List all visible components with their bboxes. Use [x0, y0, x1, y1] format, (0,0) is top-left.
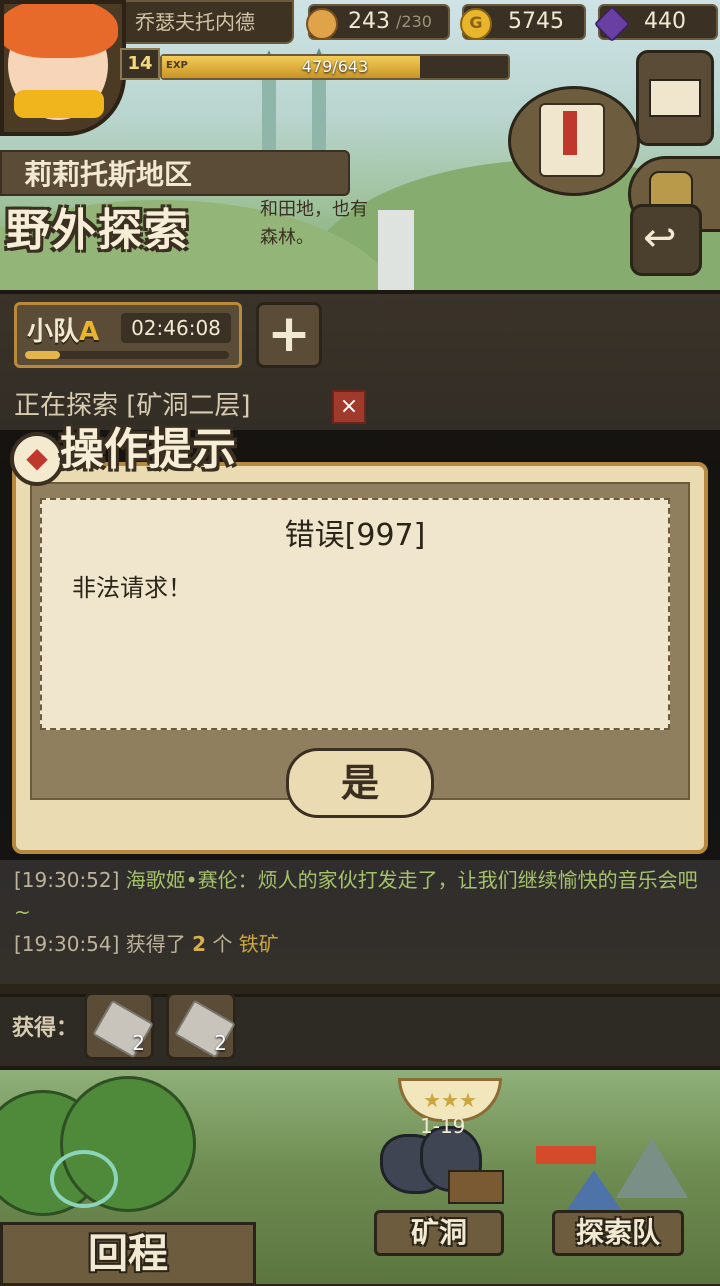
- back-button[interactable]: ↩: [630, 204, 702, 276]
- squad-progress-fill: [25, 351, 60, 359]
- return-button[interactable]: 回程: [0, 1222, 256, 1286]
- gold-value: 5745: [508, 9, 564, 34]
- squad-name: 小队A: [27, 311, 99, 348]
- cancel-explore-button[interactable]: ×: [332, 390, 366, 424]
- squad-prefix: 小队: [27, 317, 80, 347]
- log-speaker: 海歌姬•赛伦：: [125, 868, 258, 892]
- log-mid: 个: [206, 932, 239, 956]
- obtained-item-slot[interactable]: 2: [84, 992, 154, 1060]
- item-count: 2: [132, 1031, 145, 1055]
- stamina-value: 243: [348, 9, 390, 34]
- mine-button[interactable]: 矿洞: [374, 1210, 504, 1256]
- obtained-item-slot[interactable]: 2: [166, 992, 236, 1060]
- log-time: [19:30:52]: [14, 868, 120, 892]
- event-log: [19:30:52] 海歌姬•赛伦：烦人的家伙打发走了，让我们继续愉快的音乐会吧…: [14, 864, 708, 960]
- dialog-title: 操作提示: [60, 424, 236, 475]
- log-item: 铁矿: [238, 932, 279, 956]
- gem-value: 440: [644, 9, 686, 34]
- bread-icon: [306, 8, 338, 40]
- log-time: [19:30:54]: [14, 932, 120, 956]
- exploration-team-button[interactable]: 探索队: [552, 1210, 684, 1256]
- log-entry: [19:30:52] 海歌姬•赛伦：烦人的家伙打发走了，让我们继续愉快的音乐会吧…: [14, 864, 708, 928]
- stamina-counter: 243 /230: [306, 4, 450, 40]
- squad-a-panel[interactable]: 小队A 02:46:08: [14, 302, 242, 368]
- confirm-button[interactable]: 是: [286, 748, 434, 818]
- return-arrow-icon: ↩: [643, 215, 677, 261]
- stamina-max: /230: [396, 12, 432, 31]
- mode-title: 野外探索: [6, 205, 190, 256]
- add-squad-button[interactable]: +: [256, 302, 322, 368]
- squad-letter: A: [79, 317, 100, 347]
- gem-counter: 440: [593, 4, 718, 43]
- error-message: 非法请求！: [72, 574, 192, 602]
- log-count: 2: [192, 932, 207, 956]
- gold-coin-icon: G: [460, 8, 492, 40]
- player-level: 14: [120, 48, 160, 80]
- portal-icon: [50, 1150, 118, 1208]
- gold-counter: G 5745: [460, 4, 586, 40]
- squad-timer: 02:46:08: [121, 313, 231, 343]
- mine-level: 1-19: [420, 1114, 466, 1138]
- mail-icon: [649, 79, 701, 117]
- mountain: [616, 1138, 688, 1198]
- squad-progress-bar: [25, 351, 229, 359]
- flag: [536, 1146, 596, 1164]
- mail-button[interactable]: [636, 50, 714, 146]
- log-prefix: 获得了: [125, 932, 193, 956]
- obtained-label: 获得：: [12, 1016, 79, 1041]
- exp-value: 479/643: [301, 57, 369, 76]
- avatar-scarf: [14, 90, 104, 118]
- gem-icon: [593, 5, 631, 43]
- region-name: 莉莉托斯地区: [0, 150, 350, 196]
- exp-bar: EXP 479/643: [160, 54, 510, 80]
- exclamation-icon: [563, 111, 577, 155]
- mine-cart: [448, 1170, 504, 1204]
- avatar-hair: [4, 4, 118, 58]
- log-entry: [19:30:54] 获得了 2 个 铁矿: [14, 928, 708, 960]
- player-avatar[interactable]: [0, 0, 126, 136]
- item-count: 2: [214, 1031, 227, 1055]
- quest-button[interactable]: [508, 86, 640, 196]
- error-code: 错误[997]: [284, 518, 426, 553]
